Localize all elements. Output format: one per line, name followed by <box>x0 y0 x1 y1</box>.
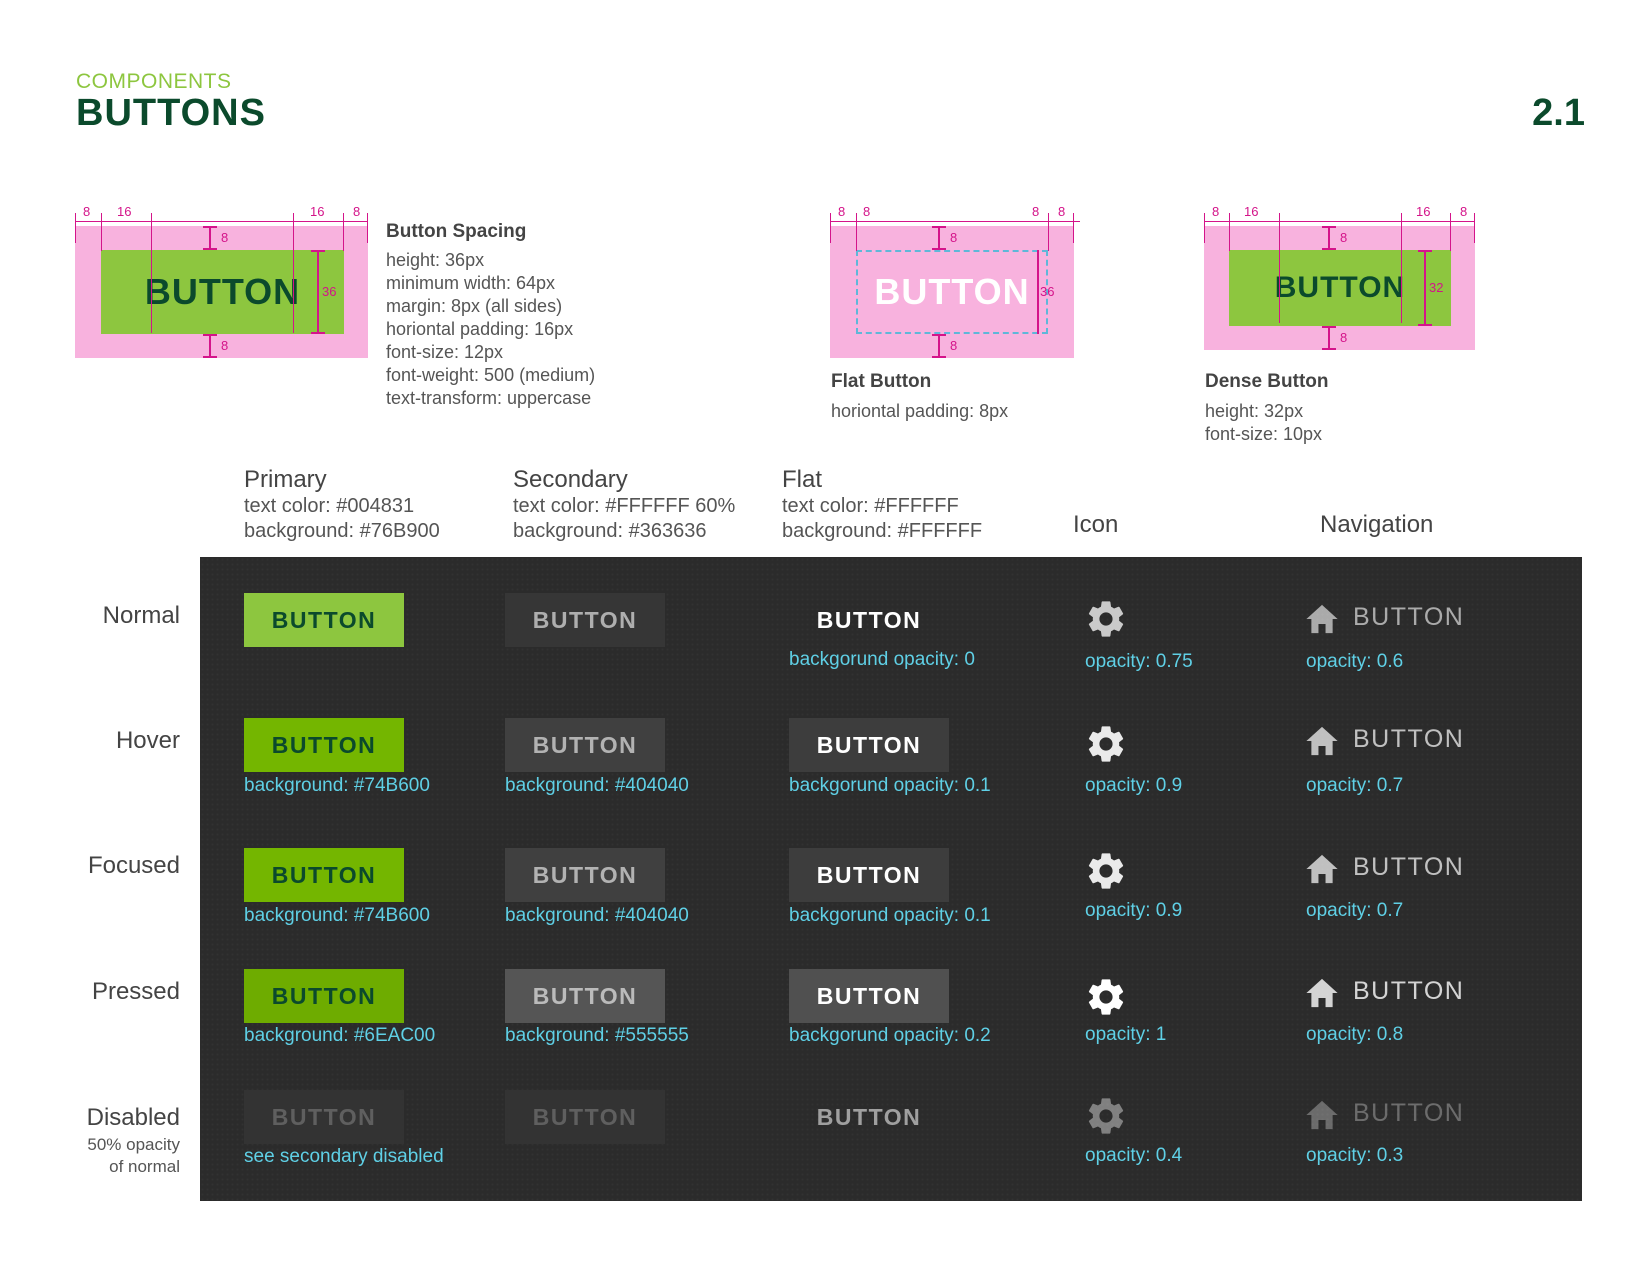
primary-note-focused: background: #74B600 <box>244 905 430 926</box>
navigation-column-header: Navigation <box>1320 511 1434 538</box>
nav-note-normal: opacity: 0.6 <box>1306 651 1404 672</box>
primary-button-normal[interactable]: BUTTON <box>244 593 404 647</box>
flat-note-pressed: backgorund opacity: 0.2 <box>789 1025 991 1046</box>
flat-demo-label: BUTTON <box>874 271 1030 312</box>
page-number: 2.1 <box>1532 92 1585 134</box>
primary-note-pressed: background: #6EAC00 <box>244 1025 436 1046</box>
secondary-button-pressed[interactable]: BUTTON <box>505 969 665 1023</box>
flat-column-header: Flat text color: #FFFFFF background: #FF… <box>782 466 983 542</box>
row-label-pressed: Pressed <box>91 978 180 1005</box>
settings-gear-icon <box>1088 1098 1124 1134</box>
nav-note-disabled: opacity: 0.3 <box>1306 1145 1404 1166</box>
flat-button-normal[interactable]: BUTTON <box>789 593 949 647</box>
flat-note-hover: backgorund opacity: 0.1 <box>789 775 991 796</box>
secondary-note-hover: background: #404040 <box>505 775 689 796</box>
settings-gear-icon[interactable] <box>1084 849 1128 893</box>
icon-note-focused: opacity: 0.9 <box>1085 900 1183 921</box>
secondary-note-pressed: background: #555555 <box>505 1025 689 1046</box>
flat-button-disabled: BUTTON <box>816 1104 922 1130</box>
nav-note-hover: opacity: 0.7 <box>1306 775 1404 796</box>
icon-note-pressed: opacity: 1 <box>1085 1024 1167 1045</box>
page-title: BUTTONS <box>76 92 266 134</box>
primary-button-disabled: BUTTON <box>244 1090 404 1144</box>
flat-button-specs: horiontal padding: 8px <box>831 401 1009 421</box>
dense-button-title: Dense Button <box>1205 371 1329 392</box>
icon-column-header: Icon <box>1073 511 1119 538</box>
home-icon[interactable] <box>1305 725 1339 757</box>
primary-note-hover: background: #74B600 <box>244 775 430 796</box>
nav-note-focused: opacity: 0.7 <box>1306 900 1404 921</box>
flat-button-diagram: BUTTON 8 8 8 8 8 8 36 <box>830 205 1080 358</box>
row-sublabel-disabled: 50% opacity of normal <box>87 1135 180 1176</box>
primary-button-hover[interactable]: BUTTON <box>244 718 404 772</box>
button-spacing-diagram: BUTTON 8 16 16 8 8 8 36 <box>75 205 375 358</box>
secondary-note-focused: background: #404040 <box>505 905 689 926</box>
row-label-disabled: Disabled <box>86 1104 180 1131</box>
secondary-column-header: Secondary text color: #FFFFFF 60% backgr… <box>513 466 736 542</box>
secondary-button-normal[interactable]: BUTTON <box>505 593 665 647</box>
secondary-button-disabled: BUTTON <box>505 1090 665 1144</box>
secondary-button-focused[interactable]: BUTTON <box>505 848 665 902</box>
row-label-normal: Normal <box>102 602 180 629</box>
row-label-hover: Hover <box>115 727 180 754</box>
states-panel: BUTTON BUTTON BUTTON backgorund opacity:… <box>200 557 1582 1201</box>
secondary-button-hover[interactable]: BUTTON <box>505 718 665 772</box>
section-label: COMPONENTS <box>76 70 232 93</box>
icon-note-hover: opacity: 0.9 <box>1085 775 1183 796</box>
nav-button-label-focused[interactable]: BUTTON <box>1353 853 1464 882</box>
flat-note-focused: backgorund opacity: 0.1 <box>789 905 991 926</box>
button-spacing-title: Button Spacing <box>386 221 527 242</box>
nav-note-pressed: opacity: 0.8 <box>1306 1024 1404 1045</box>
nav-button-label-disabled: BUTTON <box>1353 1099 1465 1127</box>
settings-gear-icon[interactable] <box>1084 722 1128 766</box>
flat-button-pressed[interactable]: BUTTON <box>789 969 949 1023</box>
dense-button-diagram: BUTTON 8 16 16 8 8 8 32 <box>1204 205 1484 355</box>
flat-button-focused[interactable]: BUTTON <box>789 848 949 902</box>
home-icon <box>1306 1100 1338 1130</box>
flat-note-normal: backgorund opacity: 0 <box>789 649 975 670</box>
icon-note-normal: opacity: 0.75 <box>1085 651 1193 672</box>
row-label-focused: Focused <box>87 852 180 879</box>
nav-button-label-normal[interactable]: BUTTON <box>1353 603 1464 632</box>
home-icon[interactable] <box>1305 853 1339 885</box>
home-icon[interactable] <box>1305 977 1339 1009</box>
dense-button-specs: height: 32px font-size: 10px <box>1205 401 1323 444</box>
button-spacing-specs: height: 36px minimum width: 64px margin:… <box>386 250 596 408</box>
settings-gear-icon[interactable] <box>1084 975 1128 1019</box>
settings-gear-icon[interactable] <box>1084 597 1128 641</box>
demo-button-label: BUTTON <box>144 271 301 312</box>
primary-button-focused[interactable]: BUTTON <box>244 848 404 902</box>
nav-button-label-pressed[interactable]: BUTTON <box>1353 977 1464 1006</box>
primary-note-disabled: see secondary disabled <box>244 1146 444 1167</box>
primary-column-header: Primary text color: #004831 background: … <box>244 466 440 542</box>
home-icon[interactable] <box>1305 603 1339 635</box>
dense-demo-label: BUTTON <box>1274 271 1406 304</box>
primary-button-pressed[interactable]: BUTTON <box>244 969 404 1023</box>
flat-button-hover[interactable]: BUTTON <box>789 718 949 772</box>
icon-note-disabled: opacity: 0.4 <box>1085 1145 1183 1166</box>
flat-button-title: Flat Button <box>831 371 932 392</box>
nav-button-label-hover[interactable]: BUTTON <box>1353 725 1464 754</box>
